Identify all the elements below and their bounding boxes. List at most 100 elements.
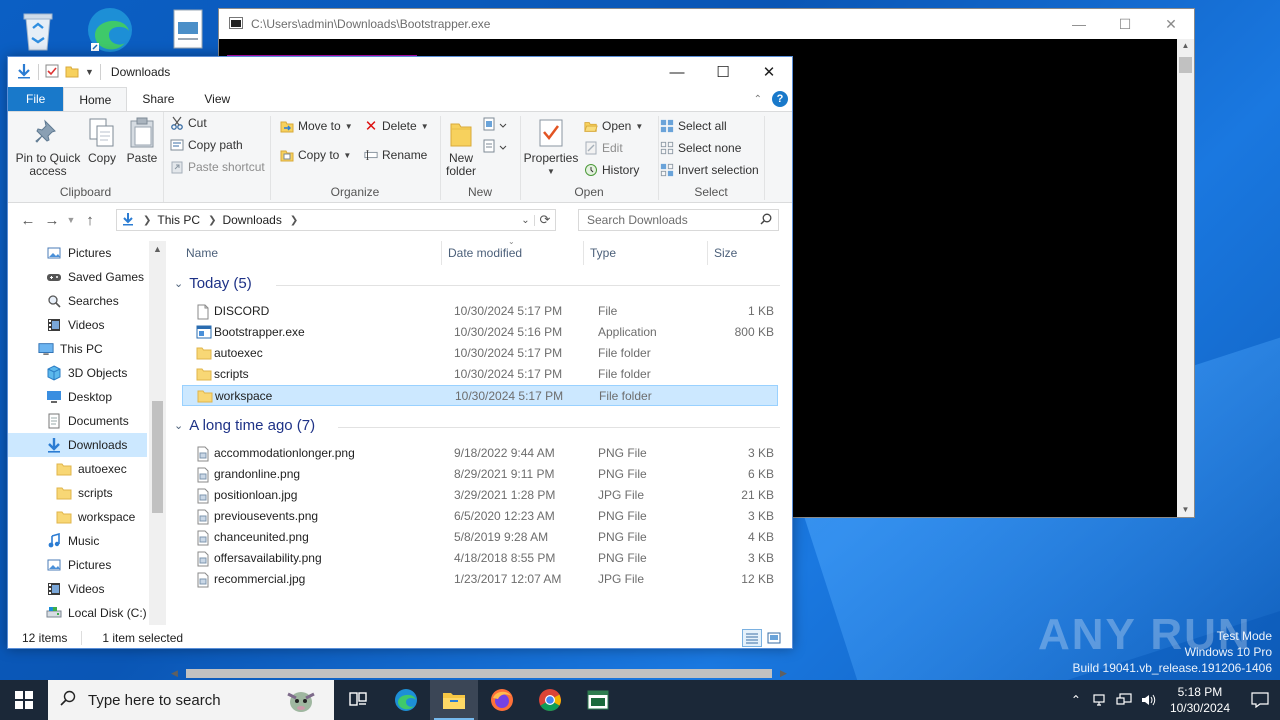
console-maximize-button[interactable]: ☐ [1102, 9, 1148, 39]
nav-item-pictures[interactable]: Pictures [8, 241, 147, 265]
nav-item-videos[interactable]: Videos [8, 577, 147, 601]
address-dropdown-icon[interactable]: ⌄ [517, 214, 535, 226]
scroll-right-icon[interactable]: ▶ [775, 665, 792, 680]
taskbar-search-box[interactable]: Type here to search [48, 680, 334, 720]
column-size[interactable]: Size [708, 241, 780, 265]
scroll-left-icon[interactable]: ◀ [166, 665, 183, 680]
nav-item-music[interactable]: Music [8, 529, 147, 553]
breadcrumb-separator-icon[interactable]: ❯ [208, 215, 216, 226]
edge-taskbar-icon[interactable] [382, 680, 430, 720]
file-row[interactable]: chanceunited.png 5/8/2019 9:28 AM PNG File… [182, 527, 778, 548]
maximize-button[interactable]: ☐ [700, 57, 746, 87]
file-row[interactable]: scripts 10/30/2024 5:17 PM File folder [182, 364, 778, 385]
column-type[interactable]: Type [584, 241, 708, 265]
properties-quick-icon[interactable] [45, 64, 59, 81]
nav-item-local-disk-c[interactable]: Local Disk (C:) [8, 601, 147, 625]
column-name[interactable]: Name [180, 241, 442, 265]
paste-button[interactable]: Paste [124, 116, 160, 165]
chrome-taskbar-icon[interactable] [526, 680, 574, 720]
collapse-chevron-icon[interactable]: ⌄ [174, 277, 183, 290]
task-view-icon[interactable] [334, 680, 382, 720]
cut-button[interactable]: Cut [170, 116, 207, 130]
console-close-button[interactable]: ✕ [1148, 9, 1194, 39]
minimize-button[interactable]: — [654, 57, 700, 87]
tab-share[interactable]: Share [127, 87, 189, 111]
console-minimize-button[interactable]: — [1056, 9, 1102, 39]
recycle-bin-icon[interactable] [10, 4, 66, 56]
nav-item-scripts[interactable]: scripts [8, 481, 147, 505]
console-titlebar[interactable]: C:\Users\admin\Downloads\Bootstrapper.ex… [219, 9, 1194, 39]
customize-quick-access-icon[interactable]: ▼ [85, 67, 94, 77]
copy-path-button[interactable]: Copy path [170, 138, 243, 152]
recent-locations-icon[interactable]: ▼ [64, 208, 78, 232]
address-bar[interactable]: ❯ This PC ❯ Downloads ❯ ⌄ ⟳ [116, 209, 556, 231]
file-row[interactable]: DISCORD 10/30/2024 5:17 PM File 1 KB [182, 301, 778, 322]
nav-item-downloads[interactable]: Downloads [8, 433, 147, 457]
refresh-icon[interactable]: ⟳ [535, 212, 555, 228]
breadcrumb-downloads[interactable]: Downloads [222, 213, 281, 227]
details-view-icon[interactable] [742, 629, 762, 647]
file-row[interactable]: Bootstrapper.exe 10/30/2024 5:16 PM Applic… [182, 322, 778, 343]
help-icon[interactable]: ? [772, 91, 788, 107]
start-button[interactable] [0, 680, 48, 720]
nav-item-workspace[interactable]: workspace [8, 505, 147, 529]
network-icon[interactable] [1088, 680, 1112, 720]
tab-view[interactable]: View [189, 87, 245, 111]
navigation-pane[interactable]: Pictures Saved Games Searches Videos This PC… [8, 241, 166, 625]
file-row[interactable]: accommodationlonger.png 9/18/2022 9:44 AM… [182, 443, 778, 464]
show-hidden-icons-icon[interactable]: ⌃ [1064, 680, 1088, 720]
firefox-taskbar-icon[interactable] [478, 680, 526, 720]
file-row[interactable]: previousevents.png 6/5/2020 12:23 AM PNG F… [182, 506, 778, 527]
paste-shortcut-button[interactable]: Paste shortcut [170, 160, 265, 174]
notifications-icon[interactable] [1240, 680, 1280, 720]
clock[interactable]: 5:18 PM 10/30/2024 [1160, 684, 1240, 716]
forward-arrow-icon[interactable]: → [40, 208, 64, 232]
nav-item-desktop[interactable]: Desktop [8, 385, 147, 409]
console-scrollbar[interactable]: ▲ ▼ [1177, 39, 1194, 517]
tab-file[interactable]: File [8, 87, 64, 111]
ethernet-icon[interactable] [1112, 680, 1136, 720]
console-scroll-thumb[interactable] [1179, 57, 1192, 73]
explorer-titlebar[interactable]: ▼ Downloads — ☐ ✕ [8, 57, 792, 87]
scroll-up-icon[interactable]: ▲ [149, 241, 166, 258]
search-icon[interactable] [760, 213, 772, 228]
collapse-ribbon-icon[interactable]: ⌃ [754, 94, 762, 105]
nav-item-3d-objects[interactable]: 3D Objects [8, 361, 147, 385]
new-folder-quick-icon[interactable] [65, 64, 79, 81]
collapse-chevron-icon[interactable]: ⌄ [174, 419, 183, 432]
nav-item-saved-games[interactable]: Saved Games [8, 265, 147, 289]
search-input[interactable]: Search Downloads [578, 209, 779, 231]
copy-button[interactable]: Copy [84, 116, 120, 165]
pin-to-quick-access-button[interactable]: Pin to Quick access [12, 116, 84, 178]
nav-item-this-pc[interactable]: This PC [8, 337, 147, 361]
edge-desktop-icon[interactable] [82, 4, 138, 56]
breadcrumb-separator-icon[interactable]: ❯ [143, 215, 151, 226]
up-arrow-icon[interactable]: ↑ [78, 208, 102, 232]
file-row[interactable]: grandonline.png 8/29/2021 9:11 PM PNG File… [182, 464, 778, 485]
file-row[interactable]: positionloan.jpg 3/29/2021 1:28 PM JPG Fil… [182, 485, 778, 506]
terminal-taskbar-icon[interactable] [574, 680, 622, 720]
nav-item-videos[interactable]: Videos [8, 313, 147, 337]
close-button[interactable]: ✕ [746, 57, 792, 87]
nav-scroll-thumb[interactable] [152, 401, 163, 513]
file-row[interactable]: autoexec 10/30/2024 5:17 PM File folder [182, 343, 778, 364]
breadcrumb-this-pc[interactable]: This PC [157, 213, 200, 227]
file-explorer-taskbar-icon[interactable] [430, 680, 478, 720]
large-icons-view-icon[interactable] [764, 629, 784, 647]
file-explorer-window[interactable]: ▼ Downloads — ☐ ✕ File Home Share View ⌃… [7, 56, 793, 678]
scroll-down-icon[interactable]: ▼ [1177, 503, 1194, 517]
tab-home[interactable]: Home [63, 87, 128, 111]
nav-item-searches[interactable]: Searches [8, 289, 147, 313]
file-row[interactable]: offersavailability.png 4/18/2018 8:55 PM P… [182, 548, 778, 569]
nav-item-documents[interactable]: Documents [8, 409, 147, 433]
document-desktop-icon[interactable] [160, 4, 216, 56]
file-row[interactable]: recommercial.jpg 1/23/2017 12:07 AM JPG Fi… [182, 569, 778, 590]
horizontal-scroll-thumb[interactable] [186, 669, 772, 678]
nav-item-pictures[interactable]: Pictures [8, 553, 147, 577]
group-header[interactable]: ⌄ Today (5) [174, 275, 252, 292]
nav-item-autoexec[interactable]: autoexec [8, 457, 147, 481]
file-row[interactable]: workspace 10/30/2024 5:17 PM File folder [182, 385, 778, 406]
scroll-up-icon[interactable]: ▲ [1177, 39, 1194, 53]
back-arrow-icon[interactable]: ← [16, 208, 40, 232]
file-list[interactable]: Name Date modified Type Size ⌄ ⌄ Today (5… [166, 237, 792, 678]
